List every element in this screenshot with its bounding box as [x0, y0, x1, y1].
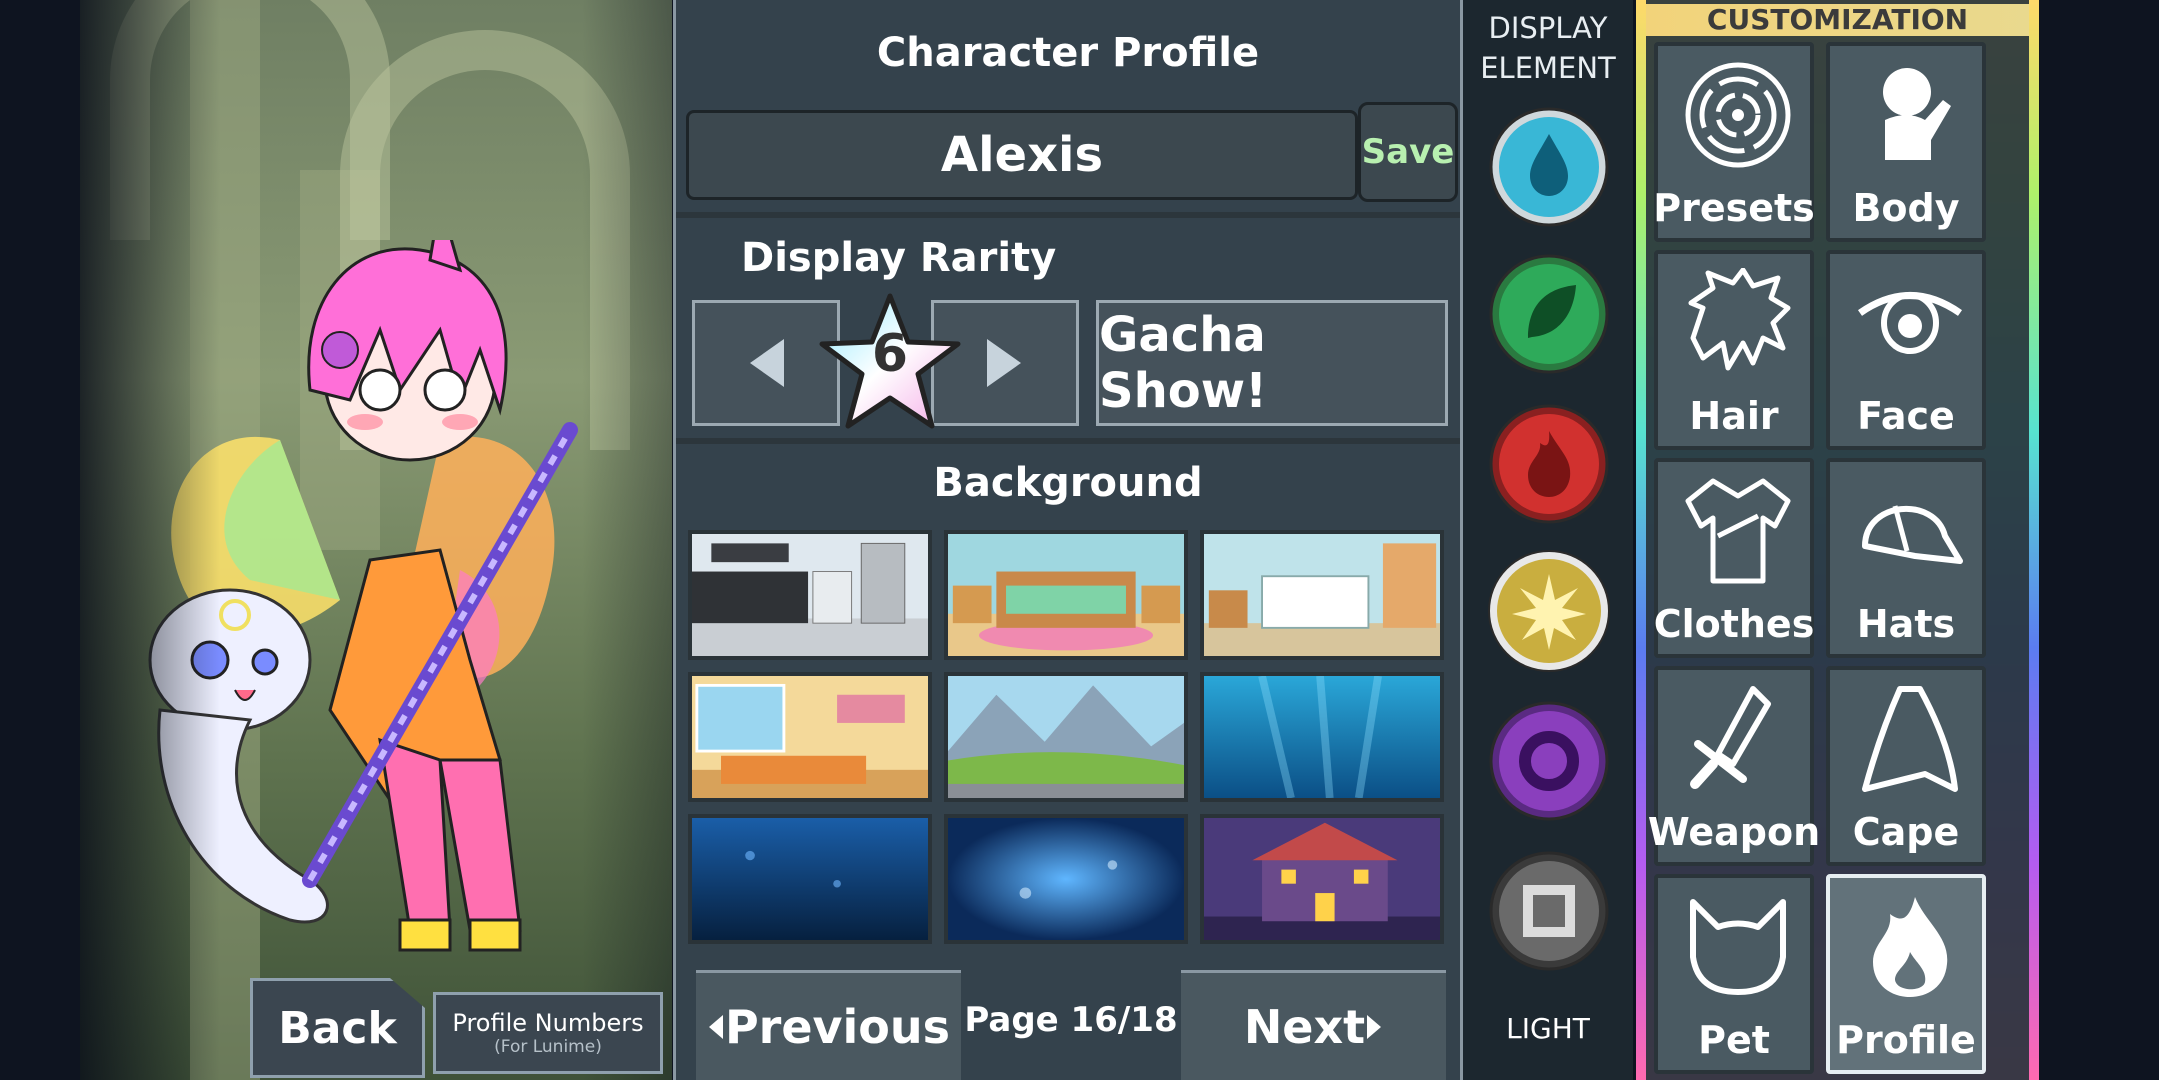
arrow-right-icon — [987, 339, 1021, 387]
caret-right-icon — [1367, 1014, 1382, 1039]
caret-left-icon — [708, 1014, 723, 1039]
hats-label: Hats — [1856, 602, 1956, 646]
gacha-show-button[interactable]: Gacha Show! — [1096, 300, 1448, 426]
divider — [676, 212, 1460, 218]
profile-numbers-sublabel: (For Lunime) — [494, 1037, 602, 1057]
character-profile-panel: Character Profile Alexis Save Display Ra… — [673, 0, 1463, 1080]
customization-panel: CUSTOMIZATION Presets Body Hair Face Clo… — [1636, 0, 2039, 1080]
character-preview — [80, 0, 672, 1080]
cape-icon — [1862, 686, 1958, 792]
background-bedroom[interactable] — [944, 530, 1188, 660]
profile-tile[interactable]: Profile — [1826, 874, 1986, 1074]
clothes-icon — [1685, 478, 1791, 584]
background-living-room[interactable] — [688, 672, 932, 802]
background-thumb-image — [948, 676, 1184, 798]
selected-element-label: LIGHT — [1506, 1012, 1590, 1045]
profile-numbers-button[interactable]: Profile Numbers (For Lunime) — [433, 992, 663, 1074]
background-kitchen[interactable] — [688, 530, 932, 660]
light-element-icon[interactable] — [1488, 550, 1610, 672]
profile-label: Profile — [1836, 1018, 1976, 1062]
body-tile[interactable]: Body — [1826, 42, 1986, 242]
background-thumb-image — [692, 534, 928, 656]
customization-inner: CUSTOMIZATION Presets Body Hair Face Clo… — [1646, 0, 2029, 1080]
presets-tile[interactable]: Presets — [1653, 42, 1815, 242]
next-label: Next — [1243, 999, 1366, 1054]
face-icon — [1857, 292, 1963, 354]
display-rarity-label: Display Rarity — [741, 235, 1057, 281]
rarity-star: 6 — [816, 292, 964, 432]
neutral-element-icon[interactable] — [1488, 850, 1610, 972]
profile-numbers-label: Profile Numbers — [452, 1009, 644, 1037]
hats-tile[interactable]: Hats — [1826, 458, 1986, 658]
body-icon — [1883, 68, 1951, 160]
weapon-tile[interactable]: Weapon — [1648, 666, 1820, 866]
presets-label: Presets — [1653, 186, 1815, 230]
hat-icon — [1862, 505, 1963, 564]
next-page-button[interactable]: Next — [1181, 970, 1446, 1080]
clothes-label: Clothes — [1653, 602, 1815, 646]
hair-label: Hair — [1689, 394, 1779, 438]
background-underwater[interactable] — [1200, 672, 1444, 802]
character-name-field[interactable]: Alexis — [686, 110, 1358, 200]
dark-element-icon[interactable] — [1488, 700, 1610, 822]
save-button[interactable]: Save — [1358, 102, 1458, 202]
page-title: Character Profile — [876, 30, 1260, 76]
vignette — [80, 0, 220, 1080]
customization-title: CUSTOMIZATION — [1646, 4, 2029, 36]
nature-element-icon[interactable] — [1488, 253, 1610, 375]
fire-element-icon[interactable] — [1488, 403, 1610, 525]
background-nursery[interactable] — [1200, 530, 1444, 660]
background-title: Background — [933, 460, 1203, 506]
face-tile[interactable]: Face — [1826, 250, 1986, 450]
water-element-icon[interactable] — [1488, 106, 1610, 228]
hair-tile[interactable]: Hair — [1654, 250, 1814, 450]
clothes-tile[interactable]: Clothes — [1654, 458, 1814, 658]
rarity-value: 6 — [871, 324, 909, 384]
cape-label: Cape — [1852, 810, 1960, 854]
previous-label: Previous — [724, 999, 951, 1054]
display-element-title: DISPLAY ELEMENT — [1480, 11, 1616, 85]
previous-page-button[interactable]: Previous — [696, 970, 961, 1080]
presets-icon — [1685, 62, 1791, 168]
vignette — [582, 0, 672, 1080]
background-thumb-image — [948, 534, 1184, 656]
pet-tile[interactable]: Pet — [1654, 874, 1814, 1074]
page-indicator: Page 16/18 — [964, 1000, 1178, 1040]
background-thumb-image — [948, 818, 1184, 940]
background-thumb-image — [1204, 818, 1440, 940]
background-night-blue[interactable] — [944, 814, 1188, 944]
divider — [676, 438, 1460, 444]
display-element-column: DISPLAY ELEMENT LIGHT — [1463, 0, 1633, 1080]
background-thumb-image — [692, 676, 928, 798]
background-thumb-image — [1204, 676, 1440, 798]
flame-icon — [1873, 897, 1948, 997]
background-thumb-image — [692, 818, 928, 940]
background-grid — [688, 530, 1453, 950]
hair-icon — [1688, 268, 1791, 371]
face-label: Face — [1857, 394, 1955, 438]
pet-icon — [1690, 899, 1786, 995]
back-button-label: Back — [278, 1002, 397, 1054]
weapon-label: Weapon — [1647, 810, 1821, 854]
body-label: Body — [1852, 186, 1960, 230]
arrow-left-icon — [750, 339, 784, 387]
background-deep-sea[interactable] — [688, 814, 932, 944]
back-button[interactable]: Back — [250, 978, 425, 1078]
weapon-icon — [1690, 686, 1771, 789]
cape-tile[interactable]: Cape — [1826, 666, 1986, 866]
background-mountains[interactable] — [944, 672, 1188, 802]
pet-label: Pet — [1698, 1018, 1770, 1062]
background-thumb-image — [1204, 534, 1440, 656]
background-haunted-house[interactable] — [1200, 814, 1444, 944]
